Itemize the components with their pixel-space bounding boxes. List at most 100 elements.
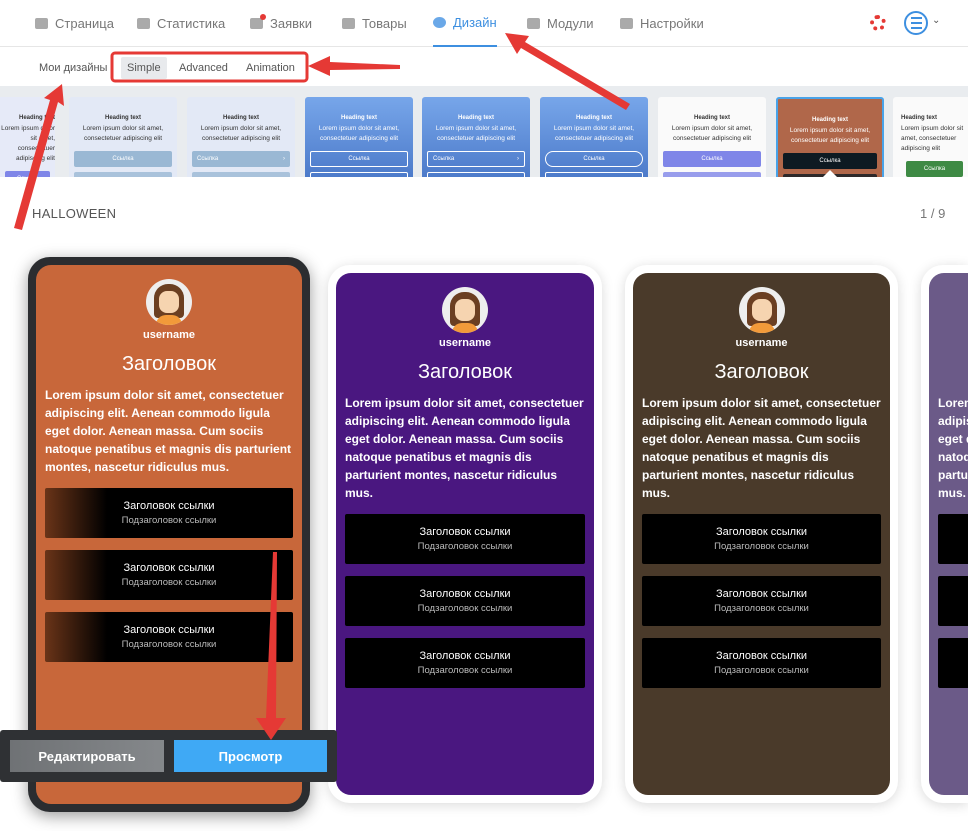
card-preview: username Заголовок Lorem ipsum dolor sit… — [633, 273, 890, 795]
card-preview: username Заголовок Lorem ipsum dolor sit… — [336, 273, 594, 795]
design-thumbnail[interactable]: Heading text Lorem ipsum dolor sit amet,… — [305, 97, 413, 177]
nav-label: Статистика — [157, 16, 226, 31]
thumb-link: Ссылка — [545, 151, 643, 167]
palette-icon — [433, 17, 446, 28]
card-title: Заголовок — [714, 361, 809, 383]
design-thumbnail[interactable]: Heading text Lorem ipsum dolor sit amet,… — [893, 97, 968, 177]
thumb-heading: Heading text — [340, 115, 377, 121]
design-thumbnail[interactable]: Heading text Lorem ipsum dolor sit amet,… — [69, 97, 177, 177]
card-link: Заголовок ссылкиПодзаголовок ссылки — [642, 514, 881, 564]
thumb-text: Lorem ipsum dolor sit amet, consectetuer… — [901, 125, 964, 152]
design-card[interactable]: username Заголовок Lorem ipsum dolor sit… — [28, 257, 310, 812]
thumb-link-label: Ссылка — [819, 158, 841, 164]
chevron-right-icon: › — [283, 156, 285, 162]
design-thumbnail[interactable]: Heading text Lorem ipsum dolor sit amet,… — [776, 97, 884, 177]
card-text: Lorem ipsum dolor sit amet, consectetuer… — [642, 396, 881, 500]
tab-advanced[interactable]: Advanced — [173, 57, 234, 79]
link-title: Заголовок ссылки — [715, 650, 808, 662]
design-thumbnail[interactable]: Heading text Lorem ipsum dolor sit amet,… — [0, 97, 55, 177]
tab-palette[interactable]: Дизайн — [433, 0, 497, 47]
avatar — [442, 287, 488, 333]
link-subtitle: Подзаголовок ссылки — [121, 577, 217, 588]
selected-thumbnail-caret — [822, 170, 838, 178]
card-link: Заголовок ссылкиПодзаголовок ссылки — [938, 576, 968, 626]
design-thumbnail[interactable]: Heading text Lorem ipsum dolor sit amet,… — [658, 97, 766, 177]
tab-layers[interactable]: Модули — [527, 0, 594, 47]
thumb-heading: Heading text — [104, 115, 141, 121]
design-thumbnail[interactable]: Heading text Lorem ipsum dolor sit amet,… — [422, 97, 530, 177]
thumb-heading: Heading text — [18, 115, 55, 121]
tab-animation[interactable]: Animation — [240, 57, 301, 79]
design-card[interactable]: username Заголовок Lorem ipsum dolor sit… — [625, 265, 898, 803]
nav-label: Модули — [547, 16, 594, 31]
design-card[interactable]: username Заголовок Lorem ipsum dolor sit… — [328, 265, 602, 803]
thumb-heading: Heading text — [222, 115, 259, 121]
thumb-link-2 — [545, 172, 643, 177]
design-subtabs: Мои дизайны Simple Advanced Animation — [0, 47, 968, 86]
card-text: Lorem ipsum dolor sit amet, consectetuer… — [938, 396, 968, 500]
nav-label: Настройки — [640, 16, 704, 31]
thumb-link: Ссылка — [783, 153, 877, 169]
design-thumbnail[interactable]: Heading text Lorem ipsum dolor sit amet,… — [187, 97, 295, 177]
card-link: Заголовок ссылки Подзаголовок ссылки — [345, 514, 585, 564]
help-lifebuoy-icon[interactable] — [870, 15, 886, 31]
nav-label: Заявки — [270, 16, 312, 31]
avatar — [738, 287, 785, 333]
link-subtitle: Подзаголовок ссылки — [121, 639, 217, 650]
tab-store[interactable]: Товары — [342, 0, 407, 47]
edit-button[interactable]: Редактировать — [10, 740, 164, 772]
thumb-text: Lorem ipsum dolor sit amet, consectetuer… — [82, 125, 164, 142]
card-title: Заголовок — [417, 361, 513, 383]
tab-my-designs[interactable]: Мои дизайны — [33, 57, 113, 79]
link-title: Заголовок ссылки — [419, 650, 511, 662]
preview-button[interactable]: Просмотр — [174, 740, 327, 772]
link-subtitle: Подзаголовок ссылки — [417, 541, 513, 552]
thumb-link-label: Ссылка — [197, 156, 219, 162]
username: username — [938, 337, 968, 349]
chevron-down-icon[interactable]: ⌄ — [932, 15, 940, 26]
tab-gear[interactable]: Настройки — [620, 0, 704, 47]
card-link: Заголовок ссылкиПодзаголовок ссылки — [345, 576, 585, 626]
card-link: Заголовок ссылкиПодзаголовок ссылки — [45, 488, 293, 538]
thumb-heading: Heading text — [457, 115, 494, 121]
thumb-link-label: Ссылка — [348, 156, 370, 162]
design-thumbnail-strip[interactable]: Heading text Lorem ipsum dolor sit amet,… — [0, 86, 968, 177]
requests-icon — [250, 14, 266, 29]
card-link: Заголовок ссылкиПодзаголовок ссылки — [938, 514, 968, 564]
thumb-heading: Heading text — [693, 115, 730, 121]
link-subtitle: Подзаголовок ссылки — [714, 665, 809, 676]
link-title: Заголовок ссылки — [419, 526, 511, 538]
thumb-link-2 — [310, 172, 408, 177]
username: username — [439, 337, 491, 349]
card-link: Заголовок ссылкиПодзаголовок ссылки — [345, 638, 585, 688]
stats-icon — [137, 18, 150, 29]
account-menu-button[interactable] — [904, 11, 928, 35]
gear-icon — [620, 18, 633, 29]
thumb-text: Lorem ipsum dolor sit amet, consectetuer… — [1, 125, 55, 162]
card-link: Заголовок ссылки Подзаголовок ссылки — [45, 612, 293, 662]
link-subtitle: Подзаголовок ссылки — [714, 603, 809, 614]
design-card[interactable]: username Заголовок Lorem ipsum dolor sit… — [921, 265, 968, 803]
tab-simple[interactable]: Simple — [121, 57, 167, 79]
top-navigation: ⌄ Страница Статистика Заявки Товары Дизайн Мо… — [0, 0, 968, 47]
thumb-heading: Heading text — [575, 115, 612, 121]
thumb-text: Lorem ipsum dolor sit amet, consectetuer… — [671, 125, 753, 142]
link-title: Заголовок ссылки — [123, 624, 215, 636]
nav-label: Товары — [362, 16, 407, 31]
thumb-link: Ссылка — [5, 171, 50, 177]
design-thumbnail[interactable]: Heading text Lorem ipsum dolor sit amet,… — [540, 97, 648, 177]
card-text: Lorem ipsum dolor sit amet, consectetuer… — [345, 396, 584, 500]
thumb-link-2 — [427, 172, 525, 177]
link-subtitle: Подзаголовок ссылки — [121, 515, 217, 526]
tab-stats[interactable]: Статистика — [137, 0, 225, 47]
nav-label: Дизайн — [453, 15, 497, 30]
card-link: Заголовок ссылки Подзаголовок ссылки — [642, 638, 881, 688]
thumb-text: Lorem ipsum dolor sit amet, consectetuer… — [200, 125, 282, 142]
thumb-link: Ссылка — [906, 161, 963, 177]
tab-requests[interactable]: Заявки — [250, 0, 312, 47]
tab-page[interactable]: Страница — [35, 0, 114, 47]
store-icon — [342, 18, 355, 29]
card-title: Заголовок — [938, 361, 968, 384]
thumb-heading: Heading text — [811, 117, 848, 123]
thumb-link-label: Ссылка — [701, 156, 723, 162]
